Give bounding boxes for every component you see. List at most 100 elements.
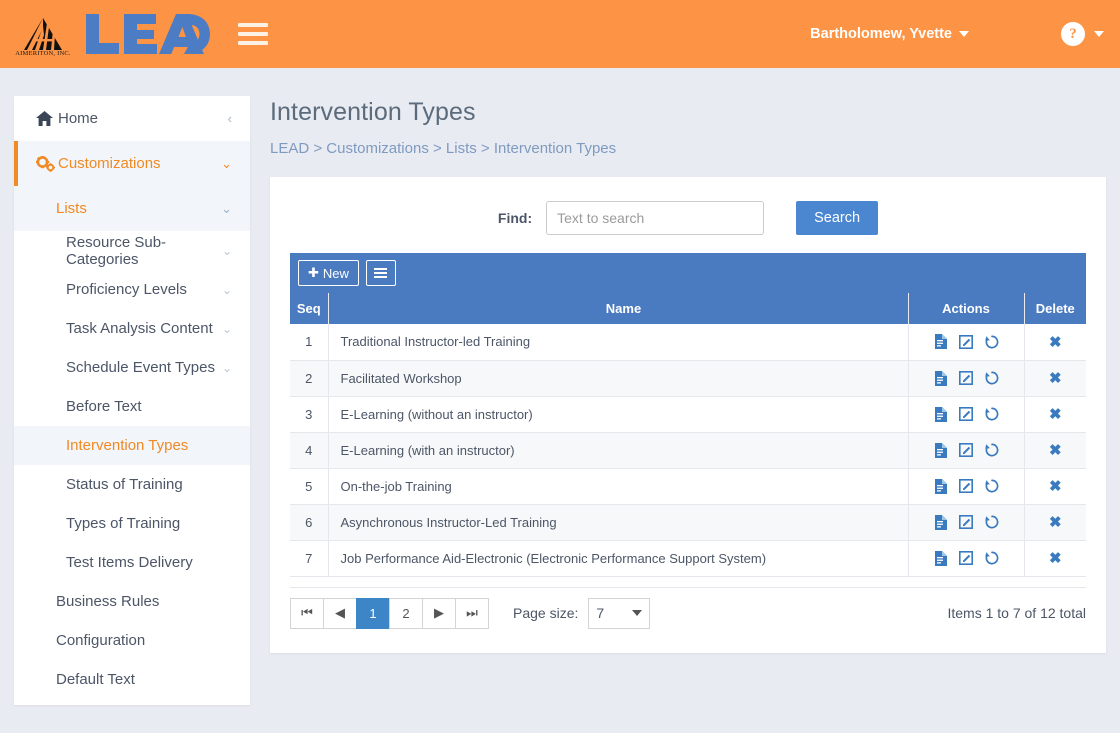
chevron-down-icon: ⌄ — [221, 201, 232, 216]
document-icon[interactable] — [934, 334, 947, 350]
page-layout: Home ‹ Customizations ⌄ Lists ⌄ Resource… — [0, 68, 1120, 705]
history-restore-icon[interactable] — [984, 371, 999, 385]
table-row[interactable]: 4 E-Learning (with an instructor) ✖ — [290, 432, 1086, 469]
column-header-actions: Actions — [908, 293, 1025, 324]
sidebar-item-label: Before Text — [66, 398, 142, 415]
close-x-icon[interactable]: ✖ — [1049, 477, 1062, 495]
pagination-page-1[interactable]: 1 — [356, 597, 390, 629]
pagination-first-button[interactable]: ⏮ — [290, 597, 324, 629]
document-icon[interactable] — [934, 550, 947, 566]
sidebar-item-label: Status of Training — [66, 476, 183, 493]
sidebar-item-task-analysis-content[interactable]: Task Analysis Content ⌄ — [14, 309, 250, 348]
document-icon[interactable] — [934, 442, 947, 458]
cell-name: E-Learning (without an instructor) — [328, 396, 909, 433]
history-restore-icon[interactable] — [984, 551, 999, 565]
close-x-icon[interactable]: ✖ — [1049, 549, 1062, 567]
pagination-prev-button[interactable]: ◀ — [323, 597, 357, 629]
column-header-name[interactable]: Name — [328, 293, 909, 324]
edit-icon[interactable] — [958, 515, 973, 529]
help-menu[interactable]: ? — [1061, 22, 1104, 46]
document-icon[interactable] — [934, 406, 947, 422]
user-menu[interactable]: Bartholomew, Yvette — [810, 26, 969, 42]
sidebar-item-configuration[interactable]: Configuration — [14, 621, 250, 660]
chevron-down-icon — [959, 31, 969, 37]
sidebar-item-label: Intervention Types — [66, 437, 189, 454]
edit-icon[interactable] — [958, 479, 973, 493]
sidebar-item-before-text[interactable]: Before Text — [14, 387, 250, 426]
sidebar-item-label: Task Analysis Content — [66, 320, 213, 337]
cell-delete: ✖ — [1024, 396, 1086, 433]
document-icon[interactable] — [934, 370, 947, 386]
history-restore-icon[interactable] — [984, 515, 999, 529]
pagination-last-button[interactable]: ⏭ — [455, 597, 489, 629]
breadcrumb[interactable]: LEAD > Customizations > Lists > Interven… — [270, 140, 1106, 157]
sidebar-item-schedule-event-types[interactable]: Schedule Event Types ⌄ — [14, 348, 250, 387]
document-icon[interactable] — [934, 514, 947, 530]
history-restore-icon[interactable] — [984, 443, 999, 457]
close-x-icon[interactable]: ✖ — [1049, 513, 1062, 531]
sidebar-item-types-of-training[interactable]: Types of Training — [14, 504, 250, 543]
cell-name: Asynchronous Instructor-Led Training — [328, 504, 909, 541]
sidebar-item-label: Types of Training — [66, 515, 181, 532]
sidebar-item-test-items-delivery[interactable]: Test Items Delivery — [14, 543, 250, 582]
sidebar-item-lists[interactable]: Lists ⌄ — [14, 186, 250, 231]
sidebar-item-label: Business Rules — [56, 593, 160, 610]
chevron-down-icon: ⌄ — [221, 156, 232, 171]
history-restore-icon[interactable] — [984, 407, 999, 421]
lead-wordmark — [84, 12, 212, 56]
search-button[interactable]: Search — [796, 201, 879, 235]
close-x-icon[interactable]: ✖ — [1049, 405, 1062, 423]
cell-seq: 3 — [290, 396, 329, 433]
sidebar-item-default-text[interactable]: Default Text — [14, 660, 250, 699]
table-row[interactable]: 6 Asynchronous Instructor-Led Training ✖ — [290, 504, 1086, 541]
sidebar-item-proficiency-levels[interactable]: Proficiency Levels ⌄ — [14, 270, 250, 309]
close-x-icon[interactable]: ✖ — [1049, 369, 1062, 387]
grid-menu-button[interactable] — [365, 260, 396, 286]
column-header-delete: Delete — [1024, 293, 1086, 324]
sidebar-item-label: Test Items Delivery — [66, 554, 193, 571]
hamburger-icon[interactable] — [238, 21, 268, 47]
sidebar-item-business-rules[interactable]: Business Rules — [14, 582, 250, 621]
chevron-down-icon: ⌄ — [221, 360, 232, 375]
aimeriton-logo-icon: AIMERITON, INC. — [14, 11, 72, 57]
sidebar-item-resource-sub-categories[interactable]: Resource Sub-Categories ⌄ — [14, 231, 250, 270]
close-x-icon[interactable]: ✖ — [1049, 441, 1062, 459]
edit-icon[interactable] — [958, 371, 973, 385]
table-body: 1 Traditional Instructor-led Training ✖ — [290, 324, 1086, 577]
table-row[interactable]: 1 Traditional Instructor-led Training ✖ — [290, 324, 1086, 361]
history-restore-icon[interactable] — [984, 335, 999, 349]
column-header-seq[interactable]: Seq — [290, 293, 329, 324]
cell-delete: ✖ — [1024, 324, 1086, 361]
cell-name: Traditional Instructor-led Training — [328, 324, 909, 361]
cell-delete: ✖ — [1024, 432, 1086, 469]
sidebar-item-label: Lists — [56, 200, 87, 217]
table-row[interactable]: 2 Facilitated Workshop ✖ — [290, 360, 1086, 397]
close-x-icon[interactable]: ✖ — [1049, 333, 1062, 351]
sidebar-item-customizations[interactable]: Customizations ⌄ — [14, 141, 250, 186]
history-restore-icon[interactable] — [984, 479, 999, 493]
sidebar-item-status-of-training[interactable]: Status of Training — [14, 465, 250, 504]
page-size-label: Page size: — [513, 605, 579, 621]
brand-logo[interactable]: AIMERITON, INC. — [14, 11, 212, 57]
sidebar-item-intervention-types[interactable]: Intervention Types — [14, 426, 250, 465]
table-row[interactable]: 3 E-Learning (without an instructor) ✖ — [290, 396, 1086, 433]
cell-actions — [908, 396, 1025, 433]
page-size-select[interactable]: 7 — [588, 597, 651, 629]
sidebar: Home ‹ Customizations ⌄ Lists ⌄ Resource… — [14, 96, 250, 705]
pagination-page-2[interactable]: 2 — [389, 597, 423, 629]
collapse-sidebar-icon[interactable]: ‹ — [228, 112, 232, 125]
edit-icon[interactable] — [958, 443, 973, 457]
cell-name: Facilitated Workshop — [328, 360, 909, 397]
new-button[interactable]: ✚ New — [298, 260, 359, 286]
cell-delete: ✖ — [1024, 360, 1086, 397]
pagination-next-button[interactable]: ▶ — [422, 597, 456, 629]
edit-icon[interactable] — [958, 407, 973, 421]
find-label: Find: — [497, 210, 533, 226]
table-row[interactable]: 5 On-the-job Training ✖ — [290, 468, 1086, 505]
document-icon[interactable] — [934, 478, 947, 494]
search-input[interactable] — [546, 201, 765, 235]
edit-icon[interactable] — [958, 334, 973, 349]
table-row[interactable]: 7 Job Performance Aid-Electronic (Electr… — [290, 540, 1086, 577]
edit-icon[interactable] — [958, 551, 973, 565]
sidebar-item-home[interactable]: Home ‹ — [14, 96, 250, 141]
